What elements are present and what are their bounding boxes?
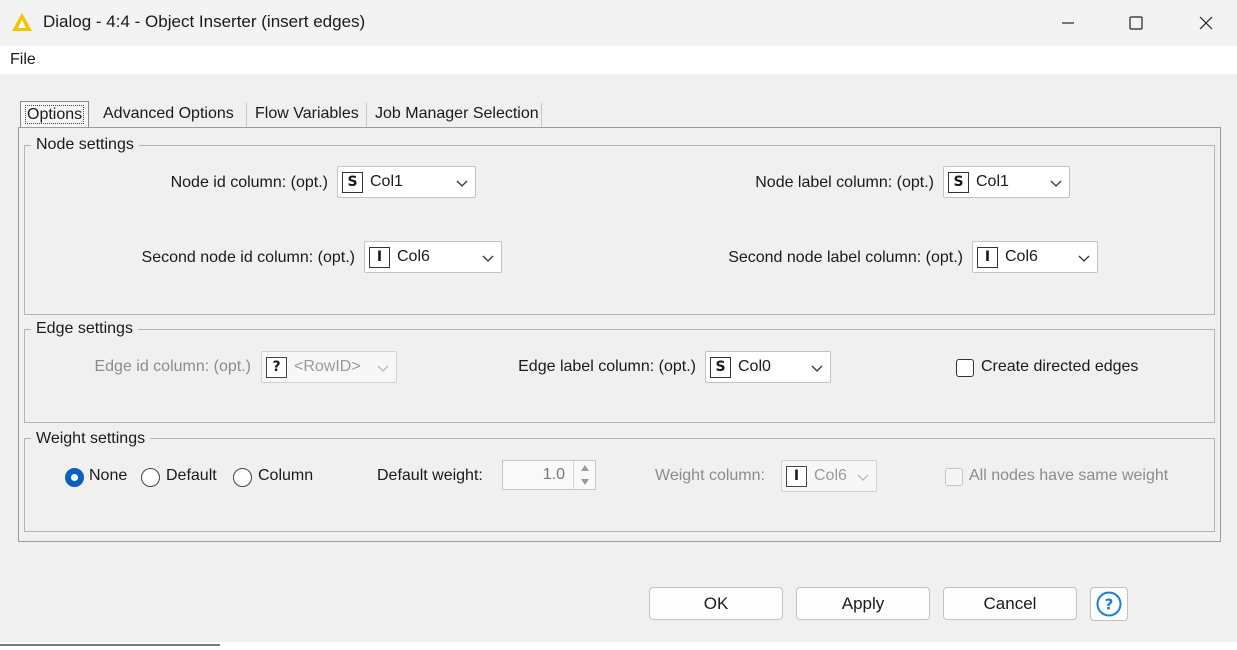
weight-column-select[interactable]: I Col6 <box>781 460 877 492</box>
cancel-button[interactable]: Cancel <box>943 587 1077 620</box>
tab-flow-variables[interactable]: Flow Variables <box>251 101 363 127</box>
weight-column-value: Col6 <box>814 467 847 484</box>
edge-id-select[interactable]: ? <RowID> <box>261 351 397 383</box>
weight-settings-legend: Weight settings <box>31 430 151 448</box>
tab-job-manager-label: Job Manager Selection <box>375 105 539 122</box>
node-settings-legend: Node settings <box>31 136 139 154</box>
node-label-value: Col1 <box>976 173 1009 190</box>
tab-separator <box>541 103 542 127</box>
window-title: Dialog - 4:4 - Object Inserter (insert e… <box>43 12 366 31</box>
maximize-button[interactable] <box>1113 0 1159 46</box>
tab-separator <box>366 103 367 127</box>
chevron-down-icon <box>811 365 823 372</box>
weight-column-label: Weight column: <box>655 467 765 484</box>
close-icon <box>1199 16 1213 30</box>
svg-text:?: ? <box>1105 596 1114 614</box>
chevron-down-icon <box>482 255 494 262</box>
second-node-label-label: Second node label column: (opt.) <box>728 249 963 266</box>
weight-settings-group <box>24 438 1215 532</box>
integer-type-icon: I <box>786 466 807 487</box>
tab-job-manager-selection[interactable]: Job Manager Selection <box>371 101 543 127</box>
edge-id-value: <RowID> <box>294 358 361 375</box>
create-directed-edges-checkbox[interactable] <box>956 359 974 377</box>
tab-options[interactable]: Options <box>20 101 90 127</box>
default-weight-value: 1.0 <box>542 466 565 483</box>
bottom-edge <box>0 642 1237 650</box>
tab-advanced-options[interactable]: Advanced Options <box>99 101 238 127</box>
chevron-down-icon <box>377 365 389 372</box>
unknown-type-icon: ? <box>266 357 287 378</box>
chevron-down-icon <box>1050 180 1062 187</box>
integer-type-icon: I <box>369 247 390 268</box>
tab-advanced-options-label: Advanced Options <box>103 105 234 122</box>
weight-column-radio[interactable] <box>233 468 252 487</box>
minimize-icon <box>1062 22 1074 24</box>
minimize-button[interactable] <box>1045 0 1091 46</box>
tab-options-label: Options <box>25 105 85 124</box>
spinner-up-button[interactable] <box>574 461 595 475</box>
node-label-select[interactable]: S Col1 <box>943 166 1070 198</box>
node-id-value: Col1 <box>370 173 403 190</box>
menu-file[interactable]: File <box>10 51 36 69</box>
close-button[interactable] <box>1183 0 1229 46</box>
knime-triangle-icon <box>12 13 32 31</box>
apply-button[interactable]: Apply <box>796 587 930 620</box>
second-node-id-label: Second node id column: (opt.) <box>141 249 355 266</box>
caret-down-icon <box>580 479 589 485</box>
string-type-icon: S <box>710 357 731 378</box>
maximize-icon <box>1129 16 1143 30</box>
node-label-label: Node label column: (opt.) <box>755 174 934 191</box>
string-type-icon: S <box>342 172 363 193</box>
default-weight-label: Default weight: <box>377 467 483 484</box>
edge-label-label: Edge label column: (opt.) <box>518 358 696 375</box>
weight-default-label: Default <box>166 467 217 484</box>
string-type-icon: S <box>948 172 969 193</box>
help-icon: ? <box>1096 591 1122 617</box>
second-node-label-select[interactable]: I Col6 <box>972 241 1098 273</box>
ok-button[interactable]: OK <box>649 587 783 620</box>
edge-id-label: Edge id column: (opt.) <box>94 358 251 375</box>
same-weight-checkbox[interactable] <box>945 468 963 486</box>
tab-separator <box>246 103 247 127</box>
title-bar: Dialog - 4:4 - Object Inserter (insert e… <box>0 0 1237 46</box>
node-id-select[interactable]: S Col1 <box>337 166 476 198</box>
create-directed-edges-label: Create directed edges <box>981 358 1139 375</box>
caret-up-icon <box>580 465 589 471</box>
edge-settings-legend: Edge settings <box>31 320 138 338</box>
weight-column-radio-label: Column <box>258 467 314 484</box>
chevron-down-icon <box>1078 255 1090 262</box>
second-node-id-value: Col6 <box>397 248 430 265</box>
help-button[interactable]: ? <box>1090 587 1128 621</box>
weight-none-label: None <box>89 467 128 484</box>
node-id-label: Node id column: (opt.) <box>170 174 328 191</box>
integer-type-icon: I <box>977 247 998 268</box>
same-weight-label: All nodes have same weight <box>969 467 1169 484</box>
edge-label-value: Col0 <box>738 358 771 375</box>
second-node-label-value: Col6 <box>1005 248 1038 265</box>
second-node-id-select[interactable]: I Col6 <box>364 241 502 273</box>
tab-flow-variables-label: Flow Variables <box>255 105 359 122</box>
weight-none-radio[interactable] <box>65 468 84 487</box>
weight-default-radio[interactable] <box>141 468 160 487</box>
menu-bar: File <box>0 46 1237 74</box>
default-weight-spinner[interactable]: 1.0 <box>502 460 596 490</box>
spinner-down-button[interactable] <box>574 475 595 489</box>
chevron-down-icon <box>857 474 869 481</box>
edge-label-select[interactable]: S Col0 <box>705 351 831 383</box>
chevron-down-icon <box>456 180 468 187</box>
edge-settings-group <box>24 329 1215 423</box>
